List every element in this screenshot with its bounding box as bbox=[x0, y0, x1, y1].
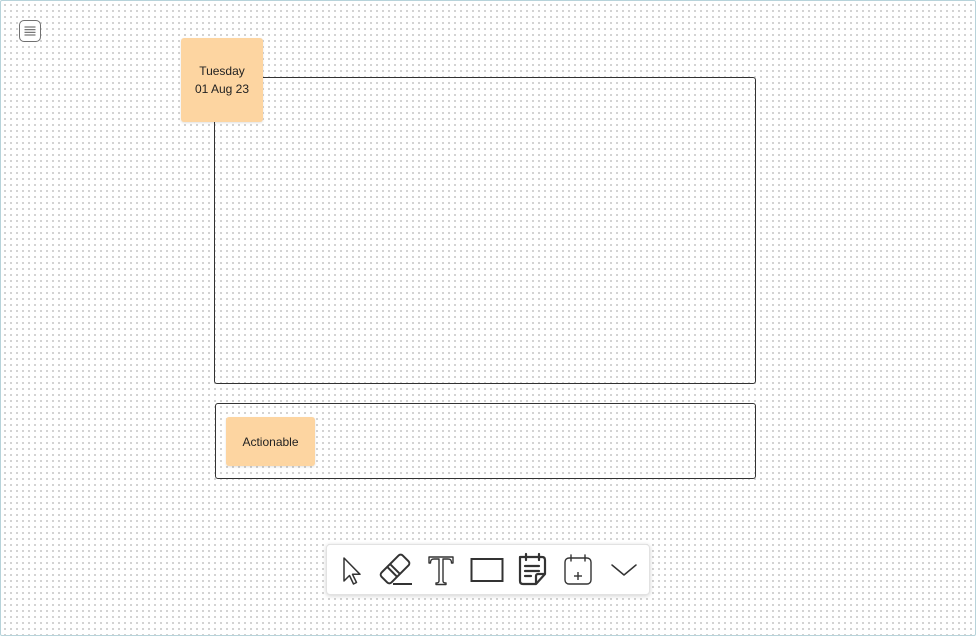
sticky-note-tool-button[interactable] bbox=[512, 551, 552, 589]
actionable-note-label: Actionable bbox=[242, 434, 299, 449]
actionable-sticky-note[interactable]: Actionable bbox=[226, 417, 315, 466]
more-tools-button[interactable] bbox=[604, 551, 644, 589]
text-tool-button[interactable] bbox=[421, 551, 461, 589]
cursor-icon bbox=[343, 557, 361, 585]
hamburger-icon bbox=[24, 26, 36, 36]
sticky-note-icon bbox=[518, 552, 547, 586]
select-tool-button[interactable] bbox=[332, 551, 372, 589]
text-icon bbox=[428, 556, 454, 586]
add-date-tool-button[interactable] bbox=[558, 551, 598, 589]
rectangle-icon bbox=[470, 558, 504, 582]
menu-button[interactable] bbox=[19, 20, 41, 42]
bottom-toolbar bbox=[326, 544, 650, 595]
calendar-add-icon bbox=[564, 554, 592, 585]
eraser-icon bbox=[379, 553, 412, 585]
eraser-tool-button[interactable] bbox=[376, 551, 416, 589]
rectangle-tool-button[interactable] bbox=[467, 551, 507, 589]
main-frame[interactable] bbox=[214, 77, 756, 384]
whiteboard-canvas[interactable]: Tuesday 01 Aug 23 Actionable bbox=[0, 0, 976, 636]
date-note-day: Tuesday bbox=[199, 64, 245, 78]
chevron-down-icon bbox=[611, 564, 637, 576]
date-note-date: 01 Aug 23 bbox=[194, 82, 250, 96]
date-sticky-note[interactable]: Tuesday 01 Aug 23 bbox=[181, 38, 263, 122]
